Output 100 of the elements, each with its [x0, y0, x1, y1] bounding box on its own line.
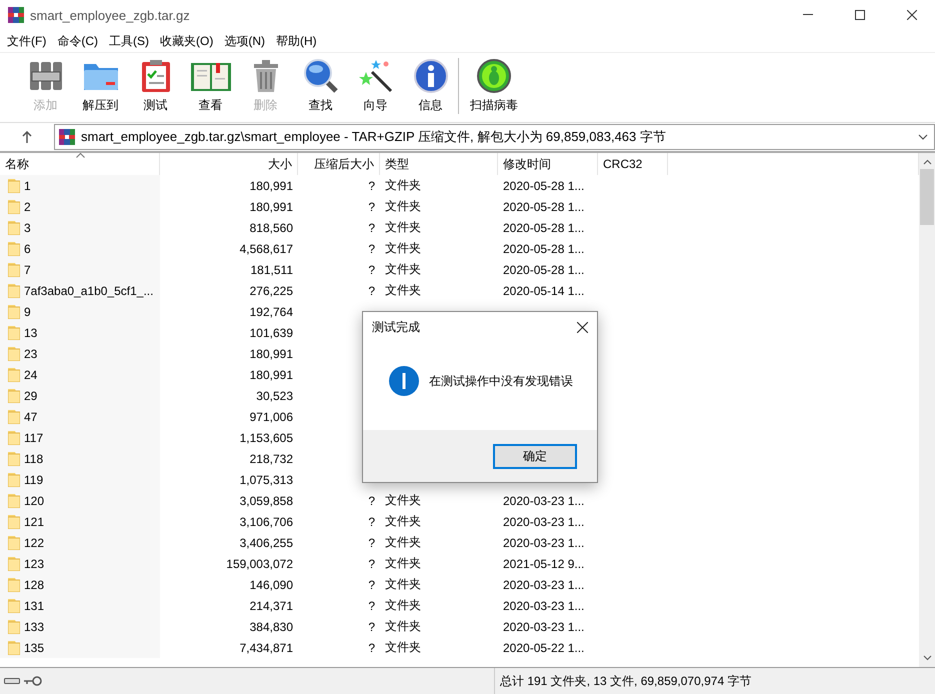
table-cell-text: 159,003,072 [225, 556, 294, 572]
table-cell-text: 2020-03-23 1... [502, 492, 586, 510]
table-cell-text: 2020-03-23 1... [502, 598, 586, 614]
folder-icon [8, 220, 20, 235]
table-cell[interactable]: 6 [0, 238, 160, 259]
toolbar-button[interactable]: 向导 [348, 58, 403, 114]
table-cell-text: 2020-05-28 1... [502, 220, 586, 236]
table-cell[interactable]: 29 [0, 385, 160, 406]
up-arrow-icon[interactable] [22, 131, 32, 143]
table-cell-text: 文件夹 [384, 198, 422, 215]
address-field[interactable]: smart_employee_zgb.tar.gz\smart_employee - TAR+GZIP 压缩文件, 解包大小为 69,859,083,463 字节 [54, 124, 935, 150]
folder-icon [8, 577, 20, 592]
table-cell-text: 30,523 [255, 388, 294, 404]
column-header[interactable]: 压缩后大小 [298, 153, 380, 175]
table-cell-text: 文件夹 [384, 618, 422, 635]
scrollbar[interactable] [919, 153, 935, 667]
folder-icon [8, 262, 20, 277]
table-cell[interactable]: 133 [0, 616, 160, 637]
ok-button[interactable]: 确定 [493, 444, 577, 468]
table-cell[interactable]: 24 [0, 364, 160, 385]
clipboard-icon [140, 58, 172, 94]
table-cell-text: 180,991 [248, 178, 294, 194]
scroll-thumb[interactable] [920, 169, 934, 225]
folder-icon [8, 472, 20, 487]
table-cell-text: 2020-05-28 1... [502, 198, 586, 216]
table-cell-text: 文件夹 [384, 555, 422, 572]
toolbar-button[interactable]: 测试 [128, 58, 183, 114]
table-cell-text: 文件夹 [384, 513, 422, 530]
table-cell[interactable]: 118 [0, 448, 160, 469]
column-header[interactable]: 类型 [380, 153, 498, 175]
toolbar-button[interactable]: 信息 [403, 58, 458, 114]
toolbar-button[interactable]: 查看 [183, 58, 238, 114]
scroll-up-icon[interactable] [922, 159, 932, 165]
table-cell-text: 2021-05-12 9... [502, 556, 586, 572]
table-cell[interactable]: 120 [0, 490, 160, 511]
table-cell-text: 2020-05-22 1... [502, 640, 586, 656]
table-cell-text: 3,406,255 [238, 534, 294, 552]
table-cell[interactable]: 23 [0, 343, 160, 364]
magnifier-icon [302, 58, 338, 94]
table-cell-text: 文件夹 [384, 597, 422, 614]
dropdown-icon[interactable] [918, 134, 928, 140]
info-icon [389, 366, 419, 396]
table-cell-text: ? [367, 220, 376, 236]
menu-item[interactable]: 工具(S) [104, 32, 155, 50]
toolbar-button[interactable]: 扫描病毒 [461, 58, 527, 114]
menu-item[interactable]: 命令(C) [52, 32, 104, 50]
table-cell-text: 2020-03-23 1... [502, 534, 586, 552]
table-cell[interactable]: 9 [0, 301, 160, 322]
maximize-icon [855, 10, 865, 20]
table-cell[interactable]: 119 [0, 469, 160, 490]
table-cell-text: 2020-03-23 1... [502, 576, 586, 594]
table-cell[interactable]: 131 [0, 595, 160, 616]
table-cell-text: 214,371 [248, 598, 294, 614]
table-cell[interactable]: 122 [0, 532, 160, 553]
table-cell-text: 文件夹 [384, 534, 422, 551]
table-cell[interactable]: 13 [0, 322, 160, 343]
table-cell-text: 文件夹 [384, 219, 422, 236]
table-cell-text: 文件夹 [384, 639, 422, 656]
table-cell-text: 2020-05-28 1... [502, 262, 586, 278]
table-cell-text: 146,090 [248, 576, 294, 594]
table-cell-text: 1,075,313 [238, 472, 294, 488]
table-cell-text: 3,059,858 [238, 492, 294, 510]
folder-icon [8, 325, 20, 340]
menu-item[interactable]: 帮助(H) [271, 32, 323, 50]
table-cell[interactable]: 123 [0, 553, 160, 574]
table-cell[interactable]: 2 [0, 196, 160, 217]
table-cell-text: 文件夹 [384, 177, 422, 194]
table-cell-text: ? [367, 576, 376, 594]
table-cell-text: 1,153,605 [238, 430, 294, 446]
table-cell[interactable]: 128 [0, 574, 160, 595]
table-cell-text: 181,511 [250, 262, 294, 278]
column-header[interactable]: 大小 [160, 153, 298, 175]
dialog-title: 测试完成 [372, 318, 421, 336]
toolbar-button[interactable]: 查找 [293, 58, 348, 114]
menu-item[interactable]: 选项(N) [219, 32, 271, 50]
scroll-down-icon[interactable] [922, 655, 932, 661]
key-icon [24, 676, 42, 686]
table-cell-text: 2020-05-28 1... [502, 240, 586, 258]
table-cell[interactable]: 3 [0, 217, 160, 238]
archive-icon [8, 7, 24, 23]
table-cell[interactable]: 47 [0, 406, 160, 427]
close-icon [907, 10, 917, 20]
column-header[interactable]: 修改时间 [498, 153, 598, 175]
table-cell-text: ? [367, 282, 376, 300]
table-cell-text: 2020-05-14 1... [502, 282, 586, 300]
column-header[interactable]: CRC32 [598, 153, 668, 175]
table-cell[interactable]: 7 [0, 259, 160, 280]
table-cell[interactable]: 135 [0, 637, 160, 658]
table-cell[interactable]: 1 [0, 175, 160, 196]
table-cell[interactable]: 121 [0, 511, 160, 532]
menu-item[interactable]: 收藏夹(O) [155, 32, 220, 50]
toolbar-button[interactable]: 解压到 [73, 58, 128, 114]
table-cell[interactable]: 117 [0, 427, 160, 448]
folder-icon [8, 619, 20, 634]
table-cell-text: ? [367, 262, 376, 278]
menu-item[interactable]: 文件(F) [2, 32, 52, 50]
table-cell-text: 文件夹 [384, 261, 422, 278]
table-cell[interactable]: 7af3aba0_a1b0_5cf1_... [0, 280, 160, 301]
table-cell-text: ? [367, 198, 376, 216]
table-cell-text: 276,225 [248, 282, 294, 300]
